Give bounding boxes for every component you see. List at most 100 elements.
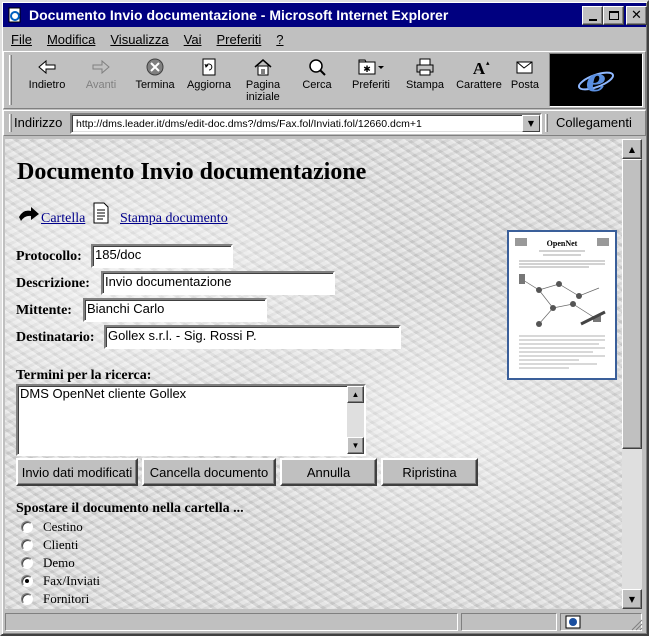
address-grip[interactable] xyxy=(9,114,12,132)
favorites-button[interactable]: ✱ Preferiti xyxy=(342,55,400,109)
mail-button[interactable]: Posta xyxy=(504,55,546,109)
minimize-icon xyxy=(588,18,597,21)
favorites-label: Preferiti xyxy=(352,79,390,91)
home-label-2: iniziale xyxy=(246,91,280,103)
folder-option-fornitori[interactable]: Fornitori xyxy=(21,591,89,607)
folder-option-clienti[interactable]: Clienti xyxy=(21,537,78,553)
print-label: Stampa xyxy=(406,79,444,91)
status-bar xyxy=(3,611,646,633)
menu-bar: File Modifica Visualizza Vai Preferiti ? xyxy=(3,28,646,50)
folder-label-cestino: Cestino xyxy=(43,519,83,534)
folder-link[interactable]: Cartella xyxy=(41,211,85,227)
home-button[interactable]: Pagina iniziale xyxy=(234,55,292,109)
back-label: Indietro xyxy=(28,79,66,91)
radio-cestino[interactable] xyxy=(21,521,33,533)
resize-grip-icon[interactable] xyxy=(631,619,643,631)
menu-visualizza[interactable]: Visualizza xyxy=(102,32,175,47)
minimize-button[interactable] xyxy=(582,6,603,25)
textarea-scrollbar[interactable]: ▲ ▼ xyxy=(347,386,364,454)
textarea-scroll-down[interactable]: ▼ xyxy=(347,437,364,454)
protocol-label: Protocollo: xyxy=(16,249,82,264)
address-dropdown-button[interactable]: ▼ xyxy=(522,115,540,132)
folder-label-clienti: Clienti xyxy=(43,537,79,552)
svg-text:OpenNet: OpenNet xyxy=(547,239,578,248)
textarea-scroll-up[interactable]: ▲ xyxy=(347,386,364,403)
menu-preferiti[interactable]: Preferiti xyxy=(209,32,269,47)
forward-arrow-icon xyxy=(92,59,110,75)
search-terms-value: DMS OpenNet cliente Gollex xyxy=(20,386,187,401)
title-bar[interactable]: Documento Invio documentazione - Microso… xyxy=(3,3,647,27)
radio-demo[interactable] xyxy=(21,557,33,569)
close-icon: ✕ xyxy=(631,8,642,23)
stop-label: Termina xyxy=(135,79,175,91)
links-grip[interactable] xyxy=(545,114,548,132)
ie-e-logo-icon: e xyxy=(577,62,615,98)
folder-back-icon[interactable] xyxy=(17,203,43,227)
protocol-field[interactable]: 185/doc xyxy=(91,244,233,268)
folder-option-fax-inviati[interactable]: Fax/Inviati xyxy=(21,573,100,589)
home-icon xyxy=(254,59,272,76)
recipient-field[interactable]: Gollex s.r.l. - Sig. Rossi P. xyxy=(104,325,401,349)
folder-option-cestino[interactable]: Cestino xyxy=(21,519,83,535)
back-button[interactable]: Indietro xyxy=(18,55,76,109)
scroll-up-button[interactable]: ▲ xyxy=(622,139,642,159)
folder-label-demo: Demo xyxy=(43,555,75,570)
print-document-icon[interactable] xyxy=(91,201,111,225)
folder-label-fornitori: Fornitori xyxy=(43,591,90,606)
search-label: Cerca xyxy=(302,79,332,91)
mail-icon xyxy=(516,61,533,74)
address-url[interactable]: http://dms.leader.it/dms/edit-doc.dms?/d… xyxy=(76,118,422,130)
status-progress-panel xyxy=(461,613,557,631)
up-arrow-icon: ▲ xyxy=(351,389,360,399)
address-label: Indirizzo xyxy=(14,115,63,130)
stop-button[interactable]: Termina xyxy=(126,55,184,109)
status-zone-panel xyxy=(560,613,642,631)
search-terms-textarea[interactable]: DMS OpenNet cliente Gollex ▲ ▼ xyxy=(16,384,366,456)
refresh-button[interactable]: Aggiorna xyxy=(180,55,238,109)
font-button[interactable]: A ▴ Carattere xyxy=(450,55,508,109)
scroll-thumb[interactable] xyxy=(622,159,642,449)
print-document-link[interactable]: Stampa documento xyxy=(120,211,228,227)
radio-fornitori[interactable] xyxy=(21,593,33,605)
folder-option-demo[interactable]: Demo xyxy=(21,555,75,571)
sender-field[interactable]: Bianchi Carlo xyxy=(83,298,267,322)
menu-help[interactable]: ? xyxy=(268,32,290,47)
back-arrow-icon xyxy=(38,59,56,75)
radio-fax-inviati[interactable] xyxy=(21,575,33,587)
delete-document-button[interactable]: Cancella documento xyxy=(142,458,276,486)
description-field[interactable]: Invio documentazione xyxy=(101,271,335,295)
links-label[interactable]: Collegamenti xyxy=(556,115,632,130)
page-viewport: Documento Invio documentazione Cartella … xyxy=(5,139,622,609)
address-input[interactable]: http://dms.leader.it/dms/edit-doc.dms?/d… xyxy=(70,113,542,134)
scroll-down-button[interactable]: ▼ xyxy=(622,589,642,609)
menu-file[interactable]: File xyxy=(3,32,39,47)
forward-button[interactable]: Avanti xyxy=(72,55,130,109)
print-button[interactable]: Stampa xyxy=(396,55,454,109)
refresh-label: Aggiorna xyxy=(186,79,232,91)
reset-button[interactable]: Ripristina xyxy=(381,458,478,486)
mail-label: Posta xyxy=(510,79,540,91)
document-thumbnail[interactable]: OpenNet xyxy=(507,230,617,380)
page-scrollbar[interactable]: ▲ ▼ xyxy=(622,139,642,609)
sender-label: Mittente: xyxy=(16,303,72,318)
forward-label: Avanti xyxy=(85,79,117,91)
search-button[interactable]: Cerca xyxy=(288,55,346,109)
favorites-folder-icon: ✱ xyxy=(358,59,384,75)
radio-clienti[interactable] xyxy=(21,539,33,551)
menu-modifica[interactable]: Modifica xyxy=(39,32,102,47)
toolbar-grip[interactable] xyxy=(9,55,12,105)
close-button[interactable]: ✕ xyxy=(626,6,647,25)
svg-text:▴: ▴ xyxy=(486,59,490,67)
window-title: Documento Invio documentazione - Microso… xyxy=(29,7,449,23)
status-text-panel xyxy=(5,613,458,631)
printer-icon xyxy=(416,58,434,76)
maximize-button[interactable] xyxy=(603,6,624,25)
submit-changes-button[interactable]: Invio dati modificati xyxy=(16,458,138,486)
stop-icon xyxy=(146,58,164,76)
up-arrow-icon: ▲ xyxy=(628,144,636,154)
ie-logo: e xyxy=(549,53,643,107)
cancel-button[interactable]: Annulla xyxy=(280,458,377,486)
menu-vai[interactable]: Vai xyxy=(176,32,209,47)
recipient-label: Destinatario: xyxy=(16,330,95,345)
svg-text:e: e xyxy=(586,62,606,98)
